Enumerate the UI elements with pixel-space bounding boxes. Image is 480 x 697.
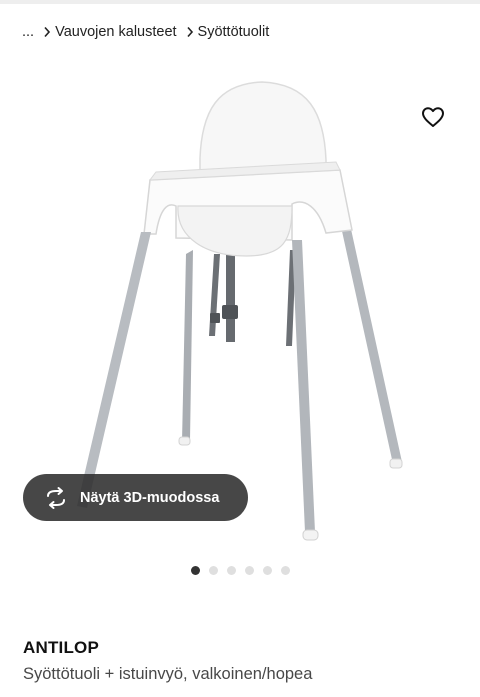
image-carousel-dots	[0, 565, 480, 575]
heart-outline-icon	[421, 106, 445, 133]
view-3d-button[interactable]: Näytä 3D-muodossa	[23, 474, 248, 521]
carousel-dot[interactable]	[190, 565, 200, 575]
breadcrumb-item-baby-furniture[interactable]: Vauvojen kalusteet	[55, 24, 176, 40]
product-description: Syöttötuoli + istuinvyö, valkoinen/hopea	[23, 665, 313, 683]
chevron-right-icon	[43, 26, 51, 38]
carousel-dot[interactable]	[208, 565, 218, 575]
carousel-dot[interactable]	[226, 565, 236, 575]
breadcrumb: ... Vauvojen kalusteet Syöttötuolit	[22, 22, 269, 42]
view-3d-label: Näytä 3D-muodossa	[80, 489, 220, 506]
breadcrumb-ellipsis[interactable]: ...	[22, 24, 34, 40]
carousel-dot[interactable]	[262, 565, 272, 575]
rotate-3d-icon	[43, 485, 69, 511]
top-edge	[0, 0, 480, 4]
product-name: ANTILOP	[23, 638, 100, 657]
chevron-right-icon	[186, 26, 194, 38]
carousel-dot[interactable]	[244, 565, 254, 575]
carousel-dot[interactable]	[280, 565, 290, 575]
wishlist-heart-button[interactable]	[418, 104, 448, 134]
breadcrumb-item-high-chairs[interactable]: Syöttötuolit	[198, 24, 270, 40]
